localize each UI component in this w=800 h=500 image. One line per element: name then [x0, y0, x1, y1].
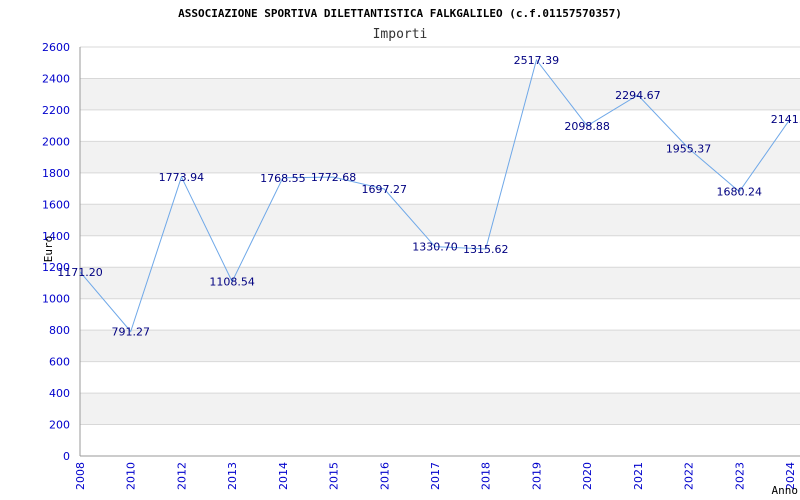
data-label: 791.27: [111, 326, 150, 339]
y-axis-label: Euro: [42, 236, 55, 263]
line-chart: 0200400600800100012001400160018002000220…: [42, 7, 800, 497]
x-tick-label: 2013: [226, 462, 239, 490]
x-tick-label: 2022: [683, 462, 696, 490]
grid-band: [80, 204, 800, 236]
data-label: 1772.68: [311, 171, 357, 184]
y-tick-label: 1600: [42, 198, 70, 211]
grid-band: [80, 267, 800, 299]
x-tick-label: 2008: [74, 462, 87, 490]
x-tick-label: 2020: [581, 462, 594, 490]
data-label: 1680.24: [717, 186, 763, 199]
data-label: 1768.55: [260, 172, 306, 185]
y-tick-label: 2600: [42, 41, 70, 54]
x-tick-label: 2017: [429, 462, 442, 490]
x-tick-labels: 2008 2010 2012 2013 2014 2015 2016 2017 2018 2019…: [74, 462, 797, 490]
x-tick-label: 2019: [530, 462, 543, 490]
data-label: 1955.37: [666, 142, 712, 155]
x-axis-label: Anno: [772, 484, 799, 497]
y-tick-label: 2400: [42, 72, 70, 85]
chart-title: ASSOCIAZIONE SPORTIVA DILETTANTISTICA FA…: [178, 7, 622, 20]
x-tick-label: 2018: [480, 462, 493, 490]
data-label: 2517.39: [514, 54, 560, 67]
y-tick-label: 600: [49, 356, 70, 369]
x-tick-label: 2015: [328, 462, 341, 490]
grid-band: [80, 330, 800, 362]
y-tick-label: 2000: [42, 135, 70, 148]
y-tick-label: 2200: [42, 104, 70, 117]
data-label: 1697.27: [362, 183, 408, 196]
data-label: 1171.20: [57, 266, 103, 279]
x-tick-label: 2016: [378, 462, 391, 490]
data-label: 1330.70: [412, 241, 458, 254]
data-label: 1773.94: [159, 171, 205, 184]
grid-band: [80, 393, 800, 425]
data-label: 2141.3: [771, 113, 800, 126]
data-label: 2294.67: [615, 89, 661, 102]
data-label: 1108.54: [209, 276, 255, 289]
y-tick-label: 800: [49, 324, 70, 337]
y-tick-label: 400: [49, 387, 70, 400]
x-tick-label: 2012: [175, 462, 188, 490]
y-tick-label: 1800: [42, 167, 70, 180]
y-tick-label: 200: [49, 419, 70, 432]
y-tick-label: 1000: [42, 293, 70, 306]
data-label: 2098.88: [564, 120, 610, 133]
y-tick-label: 0: [63, 450, 70, 463]
x-tick-label: 2014: [277, 462, 290, 490]
x-tick-label: 2023: [733, 462, 746, 490]
chart-subtitle: Importi: [373, 27, 428, 42]
x-tick-label: 2021: [632, 462, 645, 490]
grid-band: [80, 78, 800, 110]
x-tick-label: 2010: [125, 462, 138, 490]
data-label: 1315.62: [463, 243, 509, 256]
